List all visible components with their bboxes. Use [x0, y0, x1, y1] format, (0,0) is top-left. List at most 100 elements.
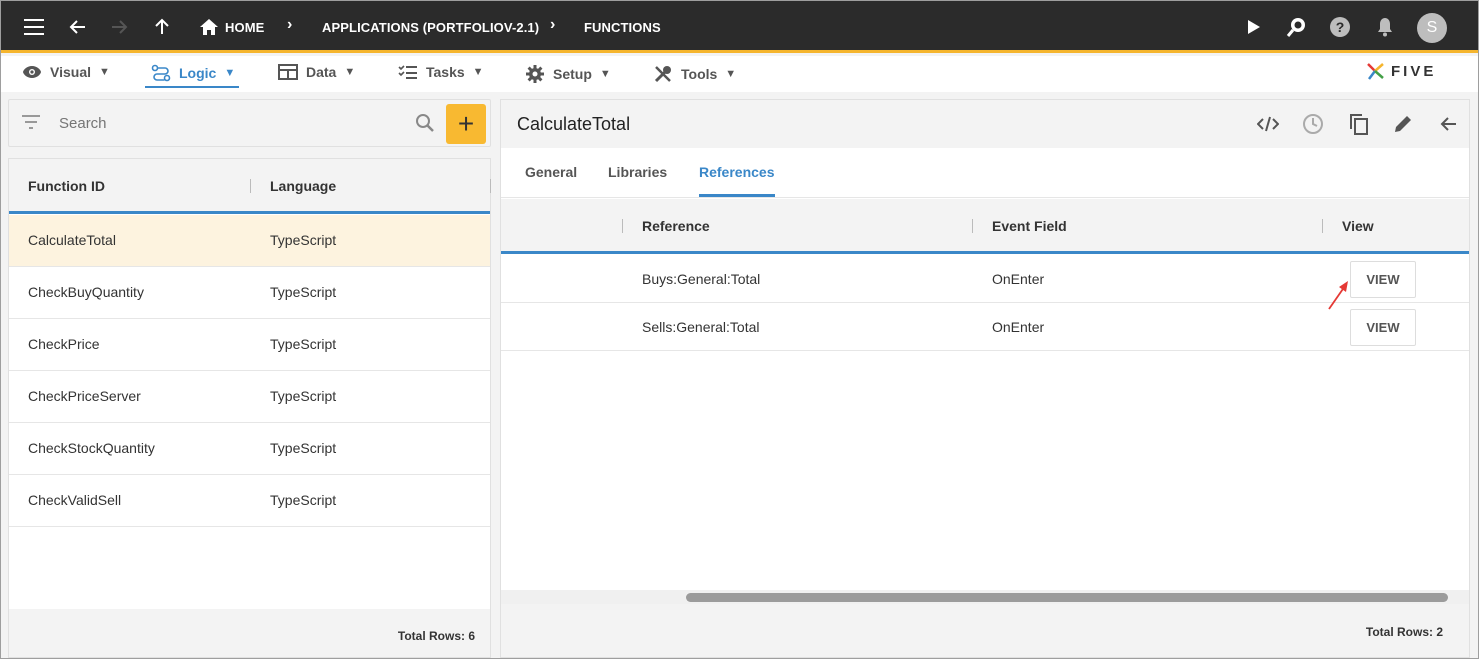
column-header-view[interactable]: View: [1342, 218, 1374, 234]
play-icon[interactable]: [1241, 14, 1267, 40]
language-cell: TypeScript: [270, 232, 337, 248]
gear-icon: [526, 65, 544, 83]
menu-logic[interactable]: Logic ▼: [151, 64, 235, 82]
total-rows: Total Rows: 2: [1365, 625, 1443, 639]
history-icon[interactable]: [1301, 112, 1325, 136]
event-field-cell: OnEnter: [992, 271, 1045, 287]
svg-text:?: ?: [1336, 19, 1345, 35]
menu-data-label: Data: [306, 64, 337, 80]
copy-icon[interactable]: [1347, 112, 1371, 136]
column-header-function-id[interactable]: Function ID: [28, 178, 105, 194]
caret-down-icon: ▼: [99, 66, 110, 78]
tab-general[interactable]: General: [525, 164, 577, 180]
breadcrumb-functions[interactable]: FUNCTIONS: [584, 20, 661, 35]
column-divider: [1322, 219, 1323, 233]
menu-tasks-label: Tasks: [426, 64, 465, 80]
caret-down-icon: ▼: [725, 68, 737, 80]
menu-icon[interactable]: [22, 14, 48, 40]
tab-references[interactable]: References: [699, 164, 775, 180]
active-tab-indicator: [699, 194, 775, 197]
code-icon[interactable]: [1256, 112, 1280, 136]
column-divider: [490, 179, 491, 193]
menu-visual-label: Visual: [50, 64, 91, 80]
search-input[interactable]: [59, 112, 399, 134]
annotation-arrow-icon: [1328, 281, 1348, 310]
caret-down-icon: ▼: [599, 68, 611, 80]
add-button[interactable]: +: [446, 104, 486, 144]
table-row[interactable]: CheckBuyQuantity TypeScript: [9, 267, 490, 319]
function-id-cell: CheckValidSell: [28, 492, 122, 508]
function-id-cell: CalculateTotal: [28, 232, 116, 248]
view-button[interactable]: VIEW: [1350, 261, 1416, 298]
chevron-right-icon: ›: [550, 16, 556, 33]
menu-tools[interactable]: Tools ▼: [653, 64, 736, 84]
caret-down-icon: ▼: [224, 67, 236, 79]
breadcrumb-home[interactable]: HOME: [225, 20, 264, 35]
column-header-reference[interactable]: Reference: [642, 218, 710, 234]
caret-down-icon: ▼: [472, 66, 484, 78]
search-zoom-icon[interactable]: [1284, 14, 1310, 40]
table-row[interactable]: CheckPriceServer TypeScript: [9, 371, 490, 423]
back-arrow-icon[interactable]: [65, 14, 91, 40]
top-navigation-bar: HOME › APPLICATIONS (PORTFOLIOV-2.1) › F…: [1, 1, 1478, 53]
breadcrumb-applications[interactable]: APPLICATIONS (PORTFOLIOV-2.1): [322, 20, 539, 35]
language-cell: TypeScript: [270, 336, 337, 352]
tools-icon: [654, 66, 671, 83]
table-icon: [278, 64, 298, 80]
bell-icon[interactable]: [1372, 14, 1398, 40]
help-icon[interactable]: ?: [1327, 14, 1353, 40]
five-logo-text: FIVE: [1391, 62, 1437, 80]
edit-pencil-icon[interactable]: [1391, 112, 1415, 136]
chevron-right-icon: ›: [287, 16, 293, 33]
back-arrow-icon[interactable]: [1436, 112, 1460, 136]
five-logo: FIVE: [1365, 60, 1436, 82]
menu-tasks[interactable]: Tasks ▼: [398, 64, 484, 80]
view-button[interactable]: VIEW: [1350, 309, 1416, 346]
menu-data[interactable]: Data ▼: [278, 64, 355, 80]
table-row: Sells:General:Total OnEnter VIEW: [501, 303, 1469, 351]
scrollbar-thumb[interactable]: [686, 593, 1448, 602]
event-field-cell: OnEnter: [992, 319, 1045, 335]
menu-visual[interactable]: Visual ▼: [22, 64, 110, 80]
home-icon[interactable]: [196, 14, 222, 40]
forward-arrow-icon[interactable]: [106, 14, 132, 40]
reference-cell: Buys:General:Total: [642, 271, 761, 287]
column-divider: [250, 179, 251, 193]
language-cell: TypeScript: [270, 440, 337, 456]
function-id-cell: CheckStockQuantity: [28, 440, 155, 456]
language-cell: TypeScript: [270, 388, 337, 404]
menu-logic-label: Logic: [179, 65, 217, 81]
eye-icon: [23, 66, 41, 78]
horizontal-scrollbar[interactable]: [501, 590, 1469, 604]
function-id-cell: CheckPriceServer: [28, 388, 141, 404]
tab-libraries[interactable]: Libraries: [608, 164, 667, 180]
references-table-header: Reference Event Field View: [501, 199, 1469, 254]
table-row[interactable]: CheckValidSell TypeScript: [9, 475, 490, 527]
column-header-language[interactable]: Language: [270, 178, 336, 194]
column-divider: [622, 219, 623, 233]
detail-tabs: General Libraries References: [501, 148, 1469, 198]
column-header-event-field[interactable]: Event Field: [992, 218, 1067, 234]
table-row[interactable]: CheckPrice TypeScript: [9, 319, 490, 371]
up-arrow-icon[interactable]: [149, 14, 175, 40]
table-footer: Total Rows: 2: [501, 604, 1469, 657]
detail-header: CalculateTotal: [501, 100, 1469, 148]
search-icon[interactable]: [415, 113, 435, 138]
active-menu-indicator: [145, 86, 239, 88]
search-bar: [8, 99, 491, 147]
language-cell: TypeScript: [270, 284, 337, 300]
table-row: Buys:General:Total OnEnter VIEW: [501, 255, 1469, 303]
function-id-cell: CheckPrice: [28, 336, 100, 352]
reference-cell: Sells:General:Total: [642, 319, 760, 335]
table-footer: Total Rows: 6: [9, 609, 490, 657]
table-row[interactable]: CheckStockQuantity TypeScript: [9, 423, 490, 475]
caret-down-icon: ▼: [344, 66, 356, 78]
filter-icon[interactable]: [21, 114, 41, 135]
page-title: CalculateTotal: [517, 114, 631, 134]
five-logo-mark: [1367, 63, 1384, 80]
table-row[interactable]: CalculateTotal TypeScript: [9, 215, 490, 267]
functions-list: Function ID Language CalculateTotal Type…: [8, 158, 491, 658]
menu-setup[interactable]: Setup ▼: [525, 64, 611, 84]
avatar[interactable]: S: [1417, 13, 1447, 43]
function-detail-panel: CalculateTotal General Libraries Referen…: [500, 99, 1470, 658]
